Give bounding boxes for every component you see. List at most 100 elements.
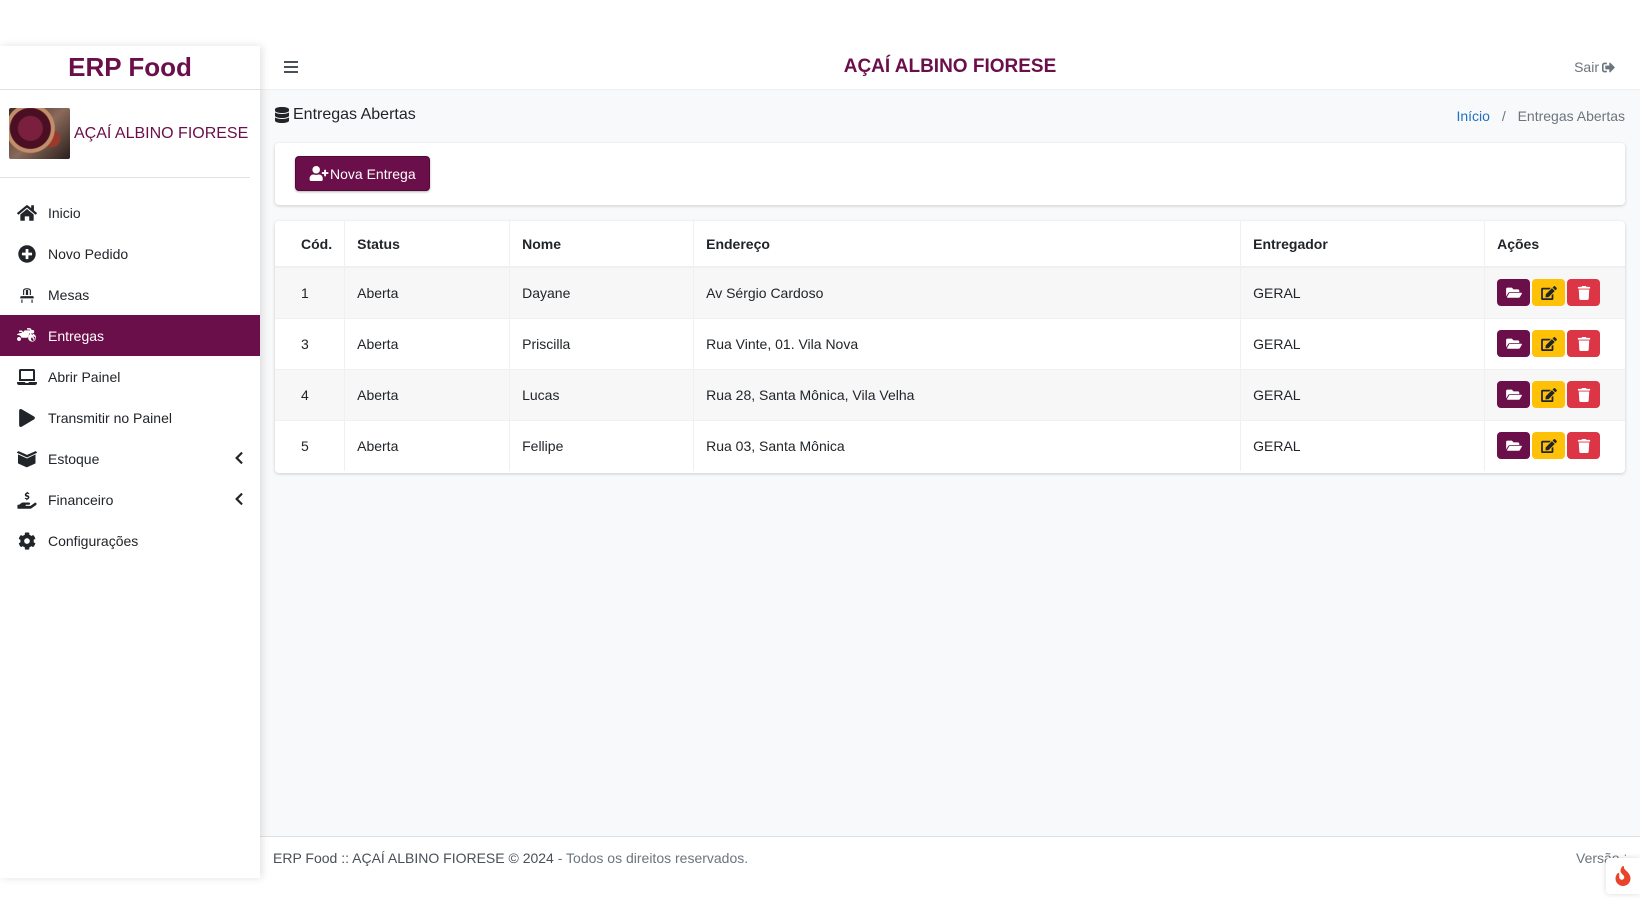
sidebar-item-label: Entregas [48, 327, 105, 344]
cell-address: Rua 28, Santa Mônica, Vila Velha [693, 368, 1241, 420]
sidebar-item-transmitir[interactable]: Transmitir no Painel [0, 397, 260, 438]
cell-status: Aberta [344, 368, 510, 420]
database-icon [275, 107, 289, 123]
main-content: AÇAÍ ALBINO FIORESE Sair Entregas Aberta… [260, 46, 1640, 878]
edit-button[interactable] [1532, 330, 1566, 357]
sidebar-item-abrir-painel[interactable]: Abrir Painel [0, 356, 260, 397]
user-panel[interactable]: AÇAÍ ALBINO FIORESE [0, 90, 250, 178]
cell-courier: GERAL [1240, 419, 1485, 471]
cell-actions [1484, 419, 1625, 471]
table-row: 3 Aberta Priscilla Rua Vinte, 01. Vila N… [275, 317, 1625, 369]
cell-actions [1484, 368, 1625, 420]
delete-button[interactable] [1567, 330, 1601, 357]
page-title-text: Entregas Abertas [293, 106, 416, 123]
sidebar-item-label: Financeiro [48, 491, 114, 508]
edit-icon [1540, 285, 1557, 300]
breadcrumb-home-link[interactable]: Início [1456, 108, 1489, 124]
cell-address: Av Sérgio Cardoso [693, 266, 1241, 318]
sidebar-item-novo-pedido[interactable]: Novo Pedido [0, 233, 260, 274]
sidebar-item-label: Configurações [48, 532, 139, 549]
sidebar-item-financeiro[interactable]: Financeiro [0, 479, 260, 520]
motorcycle-icon [16, 326, 38, 346]
plus-circle-icon [16, 244, 38, 264]
footer-copyright: ERP Food :: AÇAÍ ALBINO FIORESE © 2024 -… [273, 850, 748, 866]
open-button[interactable] [1497, 432, 1531, 460]
folder-open-icon [1505, 440, 1522, 451]
user-plus-icon [309, 166, 329, 181]
cell-name: Fellipe [509, 419, 694, 471]
open-button[interactable] [1497, 381, 1531, 408]
edit-button[interactable] [1532, 432, 1566, 460]
breadcrumb-current: Entregas Abertas [1517, 108, 1625, 124]
hand-dollar-icon [16, 490, 38, 510]
fire-icon [1615, 866, 1631, 886]
logout-label: Sair [1574, 59, 1599, 75]
cell-courier: GERAL [1240, 368, 1485, 420]
col-header-status[interactable]: Status [344, 221, 510, 268]
gear-icon [16, 531, 38, 551]
footer-rights: - Todos os direitos reservados. [557, 850, 749, 866]
col-header-code[interactable]: Cód. [275, 221, 345, 268]
cell-courier: GERAL [1240, 317, 1485, 369]
folder-open-icon [1505, 287, 1522, 298]
boxes-icon [16, 449, 38, 469]
table-row: 1 Aberta Dayane Av Sérgio Cardoso GERAL [275, 266, 1625, 318]
col-header-name[interactable]: Nome [509, 221, 694, 268]
col-header-actions: Ações [1484, 221, 1625, 268]
edit-icon [1540, 387, 1557, 402]
deliveries-table-card: Cód. Status Nome Endereço Entregador Açõ… [275, 221, 1625, 473]
sidebar-item-label: Novo Pedido [48, 245, 129, 262]
menu-toggle-icon[interactable] [284, 58, 300, 74]
open-button[interactable] [1497, 330, 1531, 357]
cell-address: Rua Vinte, 01. Vila Nova [693, 317, 1241, 369]
trash-icon [1577, 336, 1590, 351]
sidebar-item-estoque[interactable]: Estoque [0, 438, 260, 479]
cell-code: 5 [275, 419, 345, 471]
delete-button[interactable] [1567, 279, 1601, 307]
cell-status: Aberta [344, 266, 510, 318]
sidebar-item-mesas[interactable]: Mesas [0, 274, 260, 315]
page-title: Entregas Abertas [275, 106, 416, 124]
edit-button[interactable] [1532, 279, 1566, 307]
sidebar-item-label: Mesas [48, 286, 90, 303]
cell-name: Lucas [509, 368, 694, 420]
folder-open-icon [1505, 389, 1522, 400]
col-header-address[interactable]: Endereço [693, 221, 1241, 268]
trash-icon [1577, 387, 1590, 402]
cell-code: 4 [275, 368, 345, 420]
user-name[interactable]: AÇAÍ ALBINO FIORESE [74, 125, 248, 143]
table-row: 4 Aberta Lucas Rua 28, Santa Mônica, Vil… [275, 368, 1625, 420]
sidebar-item-inicio[interactable]: Inicio [0, 192, 260, 233]
open-button[interactable] [1497, 279, 1531, 307]
sidebar-item-label: Estoque [48, 450, 100, 467]
sidebar-item-configuracoes[interactable]: Configurações [0, 520, 260, 561]
sidebar-item-label: Inicio [48, 204, 81, 221]
cell-status: Aberta [344, 317, 510, 369]
chair-icon [16, 285, 38, 305]
cell-code: 3 [275, 317, 345, 369]
delete-button[interactable] [1567, 432, 1601, 460]
chevron-left-icon[interactable] [234, 492, 244, 506]
cell-name: Dayane [509, 266, 694, 318]
new-delivery-label: Nova Entrega [330, 165, 416, 182]
cell-name: Priscilla [509, 317, 694, 369]
trash-icon [1577, 438, 1590, 453]
brand-logo[interactable]: ERP Food [0, 46, 260, 90]
logout-button[interactable]: Sair [1574, 59, 1616, 75]
sidebar-item-entregas[interactable]: Entregas [0, 315, 260, 356]
app-title: AÇAÍ ALBINO FIORESE [843, 56, 1057, 77]
delete-button[interactable] [1567, 381, 1601, 408]
cell-code: 1 [275, 266, 345, 318]
chevron-left-icon[interactable] [234, 451, 244, 465]
cell-address: Rua 03, Santa Mônica [693, 419, 1241, 471]
cell-actions [1484, 317, 1625, 369]
edit-button[interactable] [1532, 381, 1566, 408]
cell-actions [1484, 266, 1625, 318]
flame-widget-button[interactable] [1606, 858, 1640, 894]
new-delivery-button[interactable]: Nova Entrega [295, 156, 430, 191]
toolbar-card: Nova Entrega [275, 143, 1625, 205]
footer: ERP Food :: AÇAÍ ALBINO FIORESE © 2024 -… [260, 836, 1640, 878]
footer-brand: ERP Food :: AÇAÍ ALBINO FIORESE © 2024 [273, 850, 554, 866]
col-header-courier[interactable]: Entregador [1240, 221, 1485, 268]
sidebar: ERP Food AÇAÍ ALBINO FIORESE Inicio Novo… [0, 46, 260, 878]
